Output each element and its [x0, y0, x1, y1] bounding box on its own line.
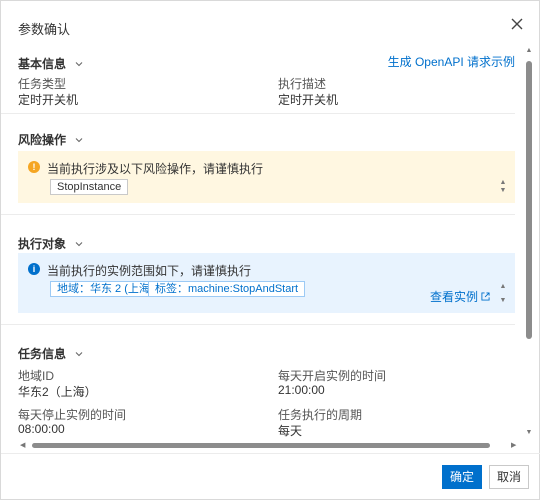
- external-link-icon: [481, 292, 490, 301]
- scroll-up-icon[interactable]: ▲: [499, 283, 507, 291]
- divider: [1, 324, 515, 325]
- description-value: 定时开关机: [278, 93, 339, 107]
- risk-tag: StopInstance: [50, 179, 129, 195]
- cancel-button[interactable]: 取消: [489, 465, 529, 489]
- scroll-up-icon[interactable]: ▲: [499, 179, 507, 187]
- chevron-down-icon: [75, 61, 83, 66]
- section-title-label: 风险操作: [18, 133, 67, 147]
- stop-time-value: 08:00:00: [18, 422, 65, 436]
- task-type-label: 任务类型: [18, 77, 67, 91]
- cycle-label: 任务执行的周期: [278, 408, 363, 422]
- label-tag: 标签：machine:StopAndStart: [148, 281, 306, 297]
- horizontal-scroll-thumb[interactable]: [32, 443, 490, 448]
- vertical-scroll-thumb[interactable]: [526, 61, 532, 339]
- scroll-up-icon[interactable]: ▲: [525, 47, 533, 54]
- scroll-down-icon[interactable]: ▼: [499, 297, 507, 305]
- dialog-content[interactable]: 基本信息 生成 OpenAPI 请求示例 任务类型 定时开关机 执行描述 定时开…: [1, 45, 528, 441]
- divider: [1, 113, 515, 114]
- divider: [1, 214, 515, 215]
- stop-time-label: 每天停止实例的时间: [18, 408, 127, 422]
- mini-scrollbar[interactable]: ▲ ▼: [499, 283, 507, 305]
- vertical-scrollbar[interactable]: ▲ ▼: [525, 45, 533, 441]
- start-time-value: 21:00:00: [278, 383, 325, 397]
- view-instance-link[interactable]: 查看实例: [430, 288, 490, 305]
- risk-alert: ! 当前执行涉及以下风险操作，请谨慎执行 StopInstance ▲ ▼: [18, 151, 515, 203]
- cycle-value: 每天: [278, 424, 303, 438]
- region-id-value: 华东2（上海）: [18, 385, 97, 399]
- section-risk[interactable]: 风险操作: [18, 131, 84, 148]
- section-title-label: 执行对象: [18, 237, 67, 251]
- confirm-button[interactable]: 确定: [442, 465, 482, 489]
- region-id-label: 地域ID: [18, 369, 55, 383]
- section-title-label: 任务信息: [18, 347, 67, 361]
- description-label: 执行描述: [278, 77, 327, 91]
- region-tag: 地域：华东 2 (上海): [50, 281, 161, 297]
- section-target[interactable]: 执行对象: [18, 235, 84, 252]
- dialog-title: 参数确认: [18, 22, 71, 37]
- target-alert: i 当前执行的实例范围如下，请谨慎执行 地域：华东 2 (上海) 标签：mach…: [18, 253, 515, 313]
- info-icon: i: [28, 263, 40, 275]
- close-icon[interactable]: [509, 16, 525, 32]
- horizontal-scrollbar[interactable]: ◀ ▶: [18, 441, 520, 451]
- start-time-label: 每天开启实例的时间: [278, 369, 387, 383]
- scroll-down-icon[interactable]: ▼: [525, 429, 533, 436]
- scroll-down-icon[interactable]: ▼: [499, 187, 507, 195]
- scroll-left-icon[interactable]: ◀: [20, 441, 25, 451]
- parameter-confirm-dialog: 参数确认 基本信息 生成 OpenAPI 请求示例 任务类型 定时开关机 执行描…: [0, 0, 540, 500]
- risk-alert-text: 当前执行涉及以下风险操作，请谨慎执行: [47, 162, 264, 176]
- section-task-info[interactable]: 任务信息: [18, 345, 84, 362]
- task-type-value: 定时开关机: [18, 93, 79, 107]
- footer-divider: [1, 453, 540, 454]
- chevron-down-icon: [75, 137, 83, 142]
- section-basic-info[interactable]: 基本信息: [18, 55, 84, 72]
- chevron-down-icon: [75, 241, 83, 246]
- scroll-right-icon[interactable]: ▶: [511, 441, 516, 451]
- target-alert-text: 当前执行的实例范围如下，请谨慎执行: [47, 264, 252, 278]
- openapi-example-link[interactable]: 生成 OpenAPI 请求示例: [388, 53, 515, 70]
- warning-icon: !: [28, 161, 40, 173]
- chevron-down-icon: [75, 351, 83, 356]
- section-title-label: 基本信息: [18, 57, 67, 71]
- view-instance-label: 查看实例: [429, 290, 478, 304]
- mini-scrollbar[interactable]: ▲ ▼: [499, 179, 507, 195]
